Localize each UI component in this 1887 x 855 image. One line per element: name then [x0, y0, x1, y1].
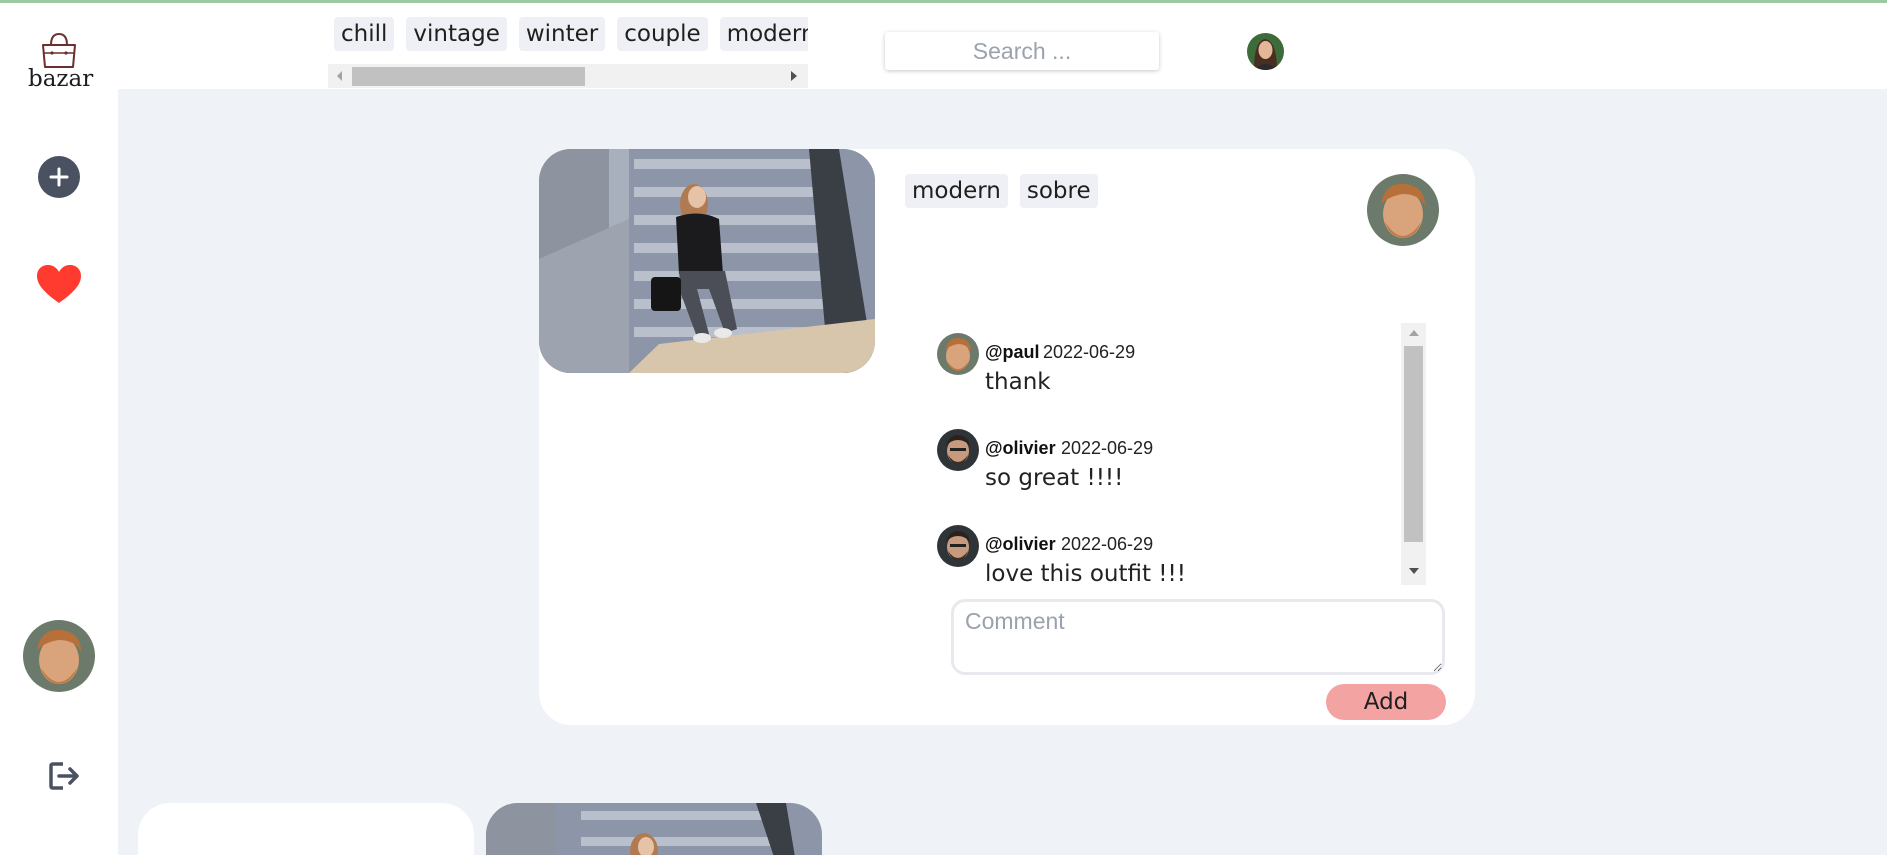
scroll-left-arrow-icon[interactable]	[337, 71, 342, 81]
scrollbar-thumb[interactable]	[352, 67, 585, 86]
filter-tag-winter[interactable]: winter	[518, 17, 606, 51]
filter-tag-chill[interactable]: chill	[334, 17, 395, 51]
plus-icon	[49, 167, 69, 187]
filter-tag-modern[interactable]: modern	[719, 17, 808, 51]
logout-button[interactable]	[49, 762, 81, 794]
comment-item: @olivier 2022-06-29 love this outfit !!!	[937, 525, 1377, 585]
header-user-avatar[interactable]	[1247, 33, 1284, 70]
scroll-right-arrow-icon[interactable]	[791, 71, 797, 81]
add-comment-button[interactable]: Add	[1326, 684, 1446, 720]
comment-username[interactable]: @paul	[985, 342, 1040, 363]
comment-text: so great !!!!	[985, 465, 1124, 491]
handbag-icon	[42, 32, 76, 68]
user-avatar[interactable]	[23, 620, 95, 692]
commenter-avatar[interactable]	[937, 429, 979, 471]
add-post-button[interactable]	[38, 156, 80, 198]
sidebar: bazar	[0, 3, 118, 855]
comments-scrollbar[interactable]	[1401, 323, 1426, 585]
comment-input[interactable]	[951, 599, 1445, 675]
favorites-button[interactable]	[35, 263, 83, 309]
commenter-avatar[interactable]	[937, 525, 979, 567]
logo-text: bazar	[28, 66, 94, 92]
comments-list[interactable]: @paul 2022-06-29 thank @olivier 2022-06-…	[937, 323, 1397, 585]
comment-item: @paul 2022-06-29 thank	[937, 333, 1377, 403]
post-tags: modern sobre	[905, 174, 1098, 208]
heart-icon	[37, 265, 81, 303]
comment-date: 2022-06-29	[1061, 534, 1154, 554]
comment-item: @olivier 2022-06-29 so great !!!!	[937, 429, 1377, 499]
comment-date: 2022-06-29	[1061, 438, 1154, 458]
search-input[interactable]	[885, 32, 1159, 70]
comment-username[interactable]: @olivier	[985, 534, 1056, 555]
tag-bar-scrollbar[interactable]	[328, 64, 808, 88]
next-post-photo[interactable]	[486, 803, 822, 855]
post-card: modern sobre @paul 2022-06-29 thank @oli…	[539, 149, 1475, 725]
scroll-down-arrow-icon[interactable]	[1409, 568, 1419, 574]
filter-tag-couple[interactable]: couple	[617, 17, 708, 51]
logout-icon	[49, 762, 79, 790]
scrollbar-thumb[interactable]	[1404, 346, 1423, 542]
comment-date: 2022-06-29	[1043, 342, 1136, 362]
bazar-logo[interactable]: bazar	[28, 31, 94, 92]
filter-tag-vintage[interactable]: vintage	[406, 17, 507, 51]
comment-text: thank	[985, 369, 1051, 395]
next-post-card	[138, 803, 474, 855]
post-tag-modern[interactable]: modern	[905, 174, 1008, 208]
scroll-up-arrow-icon[interactable]	[1409, 330, 1419, 336]
comment-username[interactable]: @olivier	[985, 438, 1056, 459]
post-author-avatar[interactable]	[1367, 174, 1439, 246]
post-photo[interactable]	[539, 149, 875, 373]
post-tag-sobre[interactable]: sobre	[1019, 174, 1098, 208]
commenter-avatar[interactable]	[937, 333, 979, 375]
comment-text: love this outfit !!!	[985, 561, 1186, 585]
